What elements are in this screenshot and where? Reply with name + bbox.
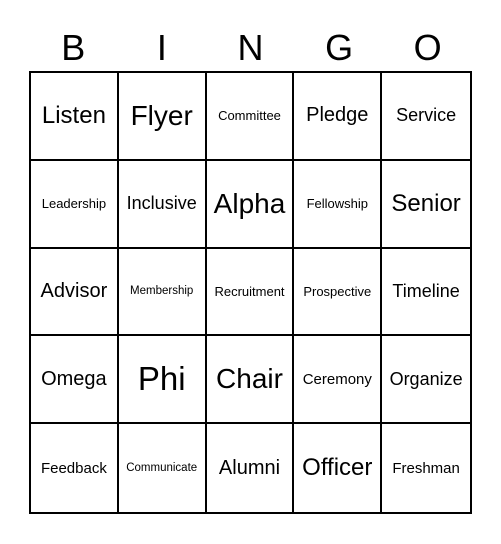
bingo-cell[interactable]: Flyer xyxy=(118,73,207,161)
bingo-grid: Listen Flyer Committee Pledge Service Le… xyxy=(29,71,472,514)
bingo-cell[interactable]: Alpha xyxy=(206,160,295,249)
bingo-cell[interactable]: Fellowship xyxy=(294,160,383,249)
bingo-cell[interactable]: Officer xyxy=(294,424,383,512)
bingo-header: B I N G O xyxy=(29,26,472,70)
bingo-cell[interactable]: Alumni xyxy=(207,424,295,512)
bingo-cell[interactable]: Freshman xyxy=(382,424,470,512)
bingo-cell[interactable]: Omega xyxy=(31,336,119,425)
header-letter-g: G xyxy=(325,27,354,68)
bingo-cell[interactable]: Prospective xyxy=(294,248,383,337)
bingo-cell[interactable]: Timeline xyxy=(382,249,470,337)
bingo-cell[interactable]: Inclusive xyxy=(118,160,207,249)
bingo-cell[interactable]: Feedback xyxy=(31,424,119,512)
header-letter-i: I xyxy=(156,27,167,68)
bingo-cell[interactable]: Pledge xyxy=(294,73,383,161)
bingo-cell[interactable]: Leadership xyxy=(31,160,119,249)
bingo-cell[interactable]: Phi xyxy=(118,336,207,425)
bingo-cell[interactable]: Communicate xyxy=(119,424,207,512)
bingo-cell[interactable]: Listen xyxy=(31,73,119,161)
bingo-cell[interactable]: Committee xyxy=(206,73,295,161)
bingo-cell[interactable]: Ceremony xyxy=(294,336,383,425)
bingo-cell[interactable]: Advisor xyxy=(31,248,119,337)
bingo-cell[interactable]: Recruitment xyxy=(206,248,295,337)
bingo-cell[interactable]: Service xyxy=(382,73,470,161)
header-letter-n: N xyxy=(237,27,264,68)
bingo-cell[interactable]: Senior xyxy=(382,161,470,249)
bingo-cell[interactable]: Organize xyxy=(382,336,470,425)
bingo-cell[interactable]: Membership xyxy=(118,248,207,337)
header-letter-o: O xyxy=(413,27,442,68)
header-letter-b: B xyxy=(61,27,86,68)
bingo-cell[interactable]: Chair xyxy=(206,336,295,425)
